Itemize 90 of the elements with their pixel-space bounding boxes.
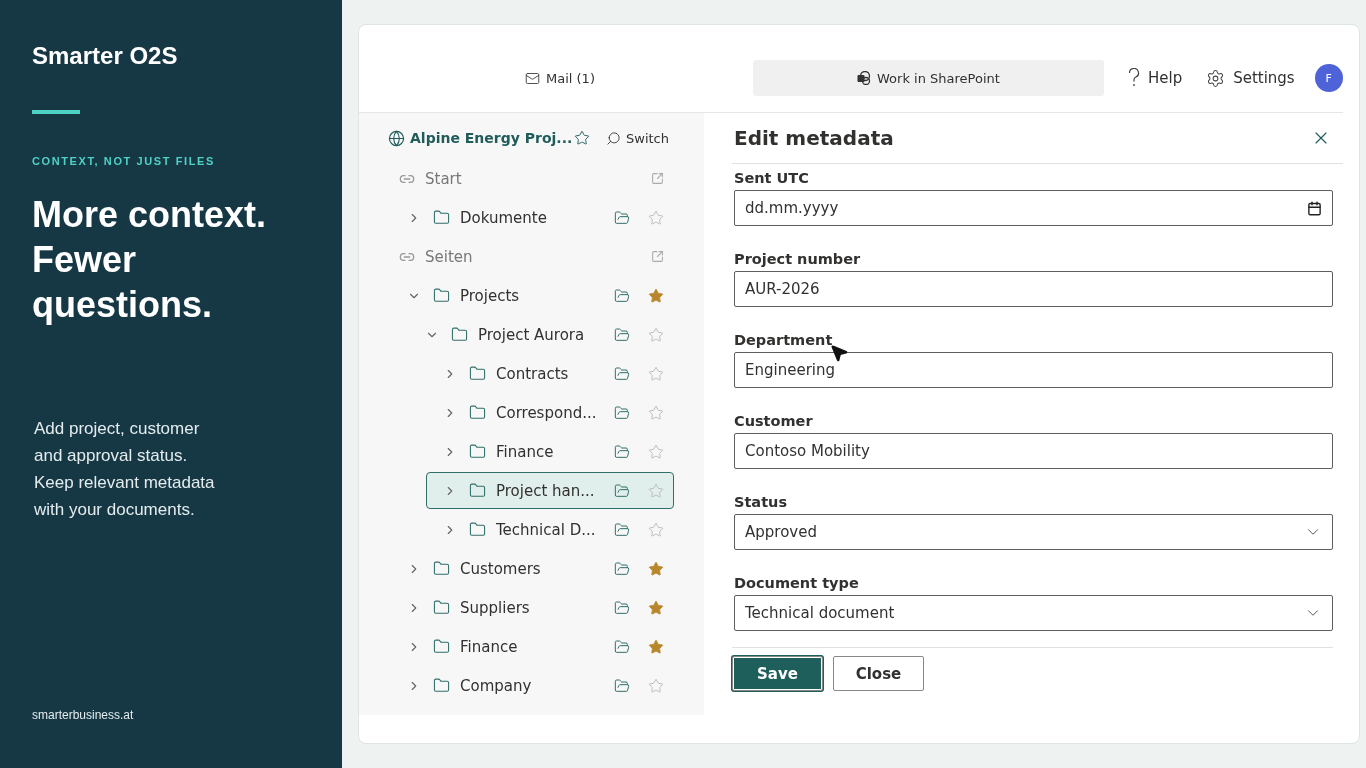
folder-icon bbox=[469, 482, 486, 499]
folder-item[interactable]: Correspond... bbox=[426, 394, 674, 431]
star-icon[interactable] bbox=[648, 209, 664, 226]
folder-open-icon[interactable] bbox=[614, 287, 630, 304]
folder-item[interactable]: Projects bbox=[390, 277, 674, 314]
folder-icon bbox=[469, 443, 486, 460]
folder-icon bbox=[433, 677, 450, 694]
folder-open-icon[interactable] bbox=[614, 677, 630, 694]
external-link-icon[interactable] bbox=[650, 172, 664, 185]
user-avatar[interactable]: F bbox=[1314, 64, 1343, 92]
folder-icon bbox=[451, 326, 468, 343]
star-icon[interactable] bbox=[648, 443, 664, 460]
panel-title: Edit metadata bbox=[734, 126, 894, 150]
folder-item[interactable]: Project han... bbox=[426, 472, 674, 509]
field-label: Project number bbox=[734, 250, 862, 269]
folder-item[interactable]: Customers bbox=[390, 550, 674, 587]
text-input[interactable]: Engineering bbox=[745, 361, 1322, 379]
globe-icon bbox=[388, 129, 405, 147]
folder-item[interactable]: Technical D... bbox=[426, 511, 674, 548]
folder-icon bbox=[433, 209, 450, 226]
nav-link[interactable]: Start bbox=[425, 169, 640, 188]
folder-icon bbox=[469, 521, 486, 538]
folder-open-icon[interactable] bbox=[614, 638, 630, 655]
folder-item[interactable]: Suppliers bbox=[390, 589, 674, 626]
folder-icon bbox=[433, 560, 450, 577]
field-label: Customer bbox=[734, 412, 814, 431]
folder-open-icon[interactable] bbox=[614, 482, 630, 499]
folder-open-icon[interactable] bbox=[614, 404, 630, 421]
eyebrow-text: CONTEXT, NOT JUST FILES bbox=[32, 155, 216, 167]
folder-open-icon[interactable] bbox=[614, 521, 630, 538]
folder-item[interactable]: Dokumente bbox=[390, 199, 674, 236]
help-button[interactable]: Help bbox=[1127, 68, 1183, 88]
select-input[interactable]: Approved bbox=[745, 523, 1304, 541]
search-icon bbox=[606, 130, 621, 146]
star-icon[interactable] bbox=[648, 560, 664, 577]
body-text: Add project, customer and approval status. Keep relevant metadata with your documents. bbox=[34, 418, 216, 521]
text-input[interactable]: Contoso Mobility bbox=[745, 442, 1322, 460]
field-label: Department bbox=[734, 331, 834, 350]
date-field[interactable]: dd.mm.yyyy bbox=[734, 190, 1333, 226]
folder-icon bbox=[469, 365, 486, 382]
date-input[interactable]: dd.mm.yyyy bbox=[745, 199, 1307, 217]
select-input[interactable]: Technical document bbox=[745, 604, 1304, 622]
folder-item[interactable]: Contracts bbox=[426, 355, 674, 392]
star-icon[interactable] bbox=[648, 521, 664, 538]
folder-icon bbox=[433, 287, 450, 304]
folder-icon bbox=[469, 404, 486, 421]
folder-item[interactable]: Finance bbox=[390, 628, 674, 665]
work-in-sharepoint-button[interactable]: Work in SharePoint bbox=[752, 60, 1104, 96]
save-button[interactable]: Save bbox=[732, 656, 823, 691]
help-icon bbox=[1127, 68, 1140, 88]
folder-open-icon[interactable] bbox=[614, 326, 630, 343]
select-field[interactable]: Technical document bbox=[734, 595, 1333, 631]
site-title[interactable]: Alpine Energy Proj... bbox=[410, 130, 574, 146]
external-link-icon[interactable] bbox=[650, 250, 664, 263]
switch-button[interactable]: Switch bbox=[606, 130, 669, 146]
nav-link[interactable]: Seiten bbox=[425, 247, 640, 266]
folder-open-icon[interactable] bbox=[614, 443, 630, 460]
settings-button[interactable]: Settings bbox=[1206, 68, 1295, 88]
star-icon[interactable] bbox=[648, 404, 664, 421]
select-field[interactable]: Approved bbox=[734, 514, 1333, 550]
close-button[interactable]: Close bbox=[833, 656, 924, 691]
settings-icon bbox=[1206, 68, 1226, 88]
text-input[interactable]: AUR-2026 bbox=[745, 280, 1322, 298]
text-field[interactable]: Contoso Mobility bbox=[734, 433, 1333, 469]
headline: More context. Fewer questions. bbox=[32, 193, 268, 327]
star-icon[interactable] bbox=[648, 326, 664, 343]
star-icon[interactable] bbox=[648, 599, 664, 616]
star-icon[interactable] bbox=[648, 638, 664, 655]
field-label: Document type bbox=[734, 574, 860, 593]
field-label: Sent UTC bbox=[734, 169, 810, 188]
mail-link[interactable]: Mail (1) bbox=[546, 70, 595, 86]
folder-item[interactable]: Finance bbox=[426, 433, 674, 470]
brand-title: Smarter O2S bbox=[32, 42, 179, 70]
folder-open-icon[interactable] bbox=[614, 560, 630, 577]
star-icon[interactable] bbox=[648, 287, 664, 304]
field-label: Status bbox=[734, 493, 789, 512]
folder-open-icon[interactable] bbox=[614, 365, 630, 382]
mail-icon[interactable] bbox=[525, 70, 540, 86]
star-icon[interactable] bbox=[648, 677, 664, 694]
folder-icon bbox=[433, 638, 450, 655]
folder-open-icon[interactable] bbox=[614, 599, 630, 616]
folder-item[interactable]: Project Aurora bbox=[408, 316, 674, 353]
star-icon[interactable] bbox=[648, 482, 664, 499]
text-field[interactable]: AUR-2026 bbox=[734, 271, 1333, 307]
star-icon[interactable] bbox=[648, 365, 664, 382]
folder-icon bbox=[433, 599, 450, 616]
calendar-icon[interactable] bbox=[1306, 200, 1322, 216]
folder-item[interactable]: Company bbox=[390, 667, 674, 704]
star-icon[interactable] bbox=[574, 130, 590, 146]
folder-open-icon[interactable] bbox=[614, 209, 630, 226]
